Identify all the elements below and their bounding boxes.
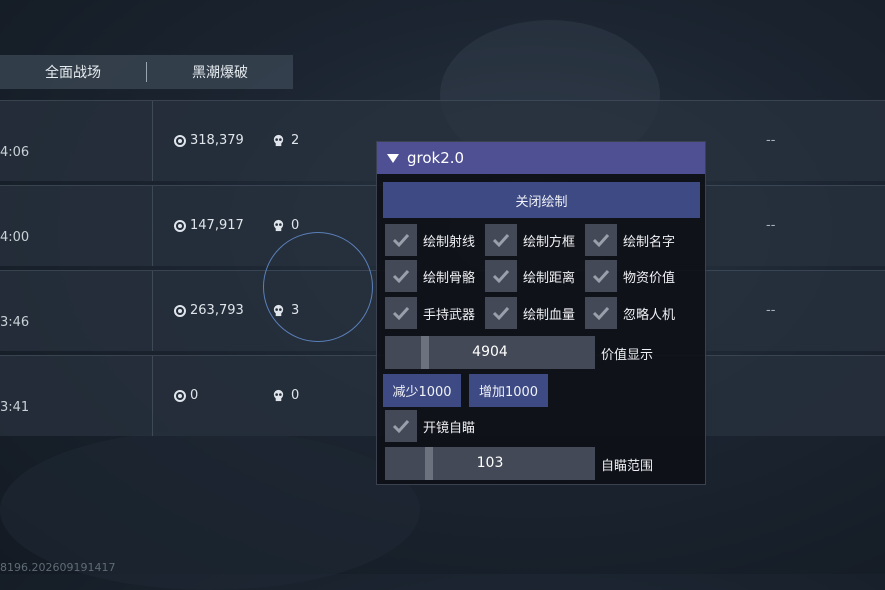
column-divider [152,356,153,436]
checkbox[interactable] [385,260,417,292]
kill-count: 0 [272,218,299,233]
draw-option-checkbox[interactable]: 绘制距离 [485,260,575,292]
checkbox[interactable] [585,297,617,329]
draw-option-checkbox[interactable]: 绘制骨骼 [385,260,475,292]
extra-value: -- [766,218,776,233]
checkbox-label: 绘制距离 [523,270,576,286]
checkbox-label: 物资价值 [623,270,676,286]
check-icon [392,269,410,284]
skull-icon [273,389,284,402]
collapse-triangle-icon[interactable] [387,153,399,163]
check-icon [492,269,510,284]
column-divider [152,101,153,181]
checkbox[interactable] [485,260,517,292]
draw-option-checkbox[interactable]: 绘制名字 [585,224,675,256]
checkbox-label: 绘制方框 [523,234,576,250]
coin-icon [174,304,186,317]
aim-range-slider[interactable]: 103 [385,447,595,480]
decrease-button[interactable]: 减少1000 [383,374,461,407]
coin-icon [174,219,186,232]
extra-value: -- [766,303,776,318]
coin-value: 147,917 [174,218,244,233]
column-divider [152,186,153,266]
checkbox[interactable] [585,224,617,256]
checkbox-label: 手持武器 [423,307,476,323]
draw-option-checkbox[interactable]: 物资价值 [585,260,675,292]
kill-count: 0 [272,388,299,403]
check-icon [592,233,610,248]
draw-option-checkbox[interactable]: 手持武器 [385,297,475,329]
aim-fov-circle [263,232,373,342]
check-icon [592,269,610,284]
coin-icon [174,134,186,147]
coin-value: 318,379 [174,133,244,148]
check-icon [392,419,410,434]
coin-amount: 318,379 [190,133,244,148]
coin-amount: 0 [190,388,199,403]
build-watermark: 8196.202609191417 [0,561,116,574]
check-icon [392,233,410,248]
aim-toggle-label: 开镜自瞄 [423,420,476,436]
match-time: 4:00 [0,230,30,245]
kill-number: 2 [291,133,300,148]
checkbox-label: 忽略人机 [623,307,676,323]
coin-value: 0 [174,388,198,403]
coin-amount: 147,917 [190,218,244,233]
coin-amount: 263,793 [190,303,244,318]
skull-icon [273,134,284,147]
slider-value: 4904 [472,344,508,360]
mode-tabs: 全面战场 黑潮爆破 [0,55,293,89]
value-slider[interactable]: 4904 [385,336,595,369]
column-divider [152,271,153,351]
skull-icon [273,219,284,232]
draw-option-checkbox[interactable]: 绘制血量 [485,297,575,329]
check-icon [592,306,610,321]
menu-title-bar[interactable]: grok2.0 [377,142,705,174]
checkbox[interactable] [585,260,617,292]
checkbox[interactable] [385,224,417,256]
menu-title: grok2.0 [407,149,465,167]
check-icon [392,306,410,321]
aim-toggle[interactable]: 开镜自瞄 [385,410,475,442]
checkbox[interactable] [485,297,517,329]
match-time: 3:46 [0,315,30,330]
checkbox-label: 绘制血量 [523,307,576,323]
value-slider-label: 价值显示 [601,348,654,363]
checkbox-label: 绘制射线 [423,234,476,250]
check-icon [492,306,510,321]
kill-count: 2 [272,133,299,148]
tab-full-battlefield[interactable]: 全面战场 [0,62,146,82]
checkbox[interactable] [485,224,517,256]
draw-option-checkbox[interactable]: 绘制射线 [385,224,475,256]
kill-number: 0 [291,388,300,403]
draw-option-checkbox[interactable]: 绘制方框 [485,224,575,256]
slider-value: 103 [476,455,504,471]
aim-range-label: 自瞄范围 [601,459,654,474]
match-time: 4:06 [0,145,30,160]
coin-icon [174,389,186,402]
kill-number: 0 [291,218,300,233]
check-icon [492,233,510,248]
tab-black-tide[interactable]: 黑潮爆破 [147,62,293,82]
close-draw-button[interactable]: 关闭绘制 [383,182,700,218]
checkbox[interactable] [385,297,417,329]
draw-option-checkbox[interactable]: 忽略人机 [585,297,675,329]
extra-value: -- [766,133,776,148]
checkbox-label: 绘制名字 [623,234,676,250]
increase-button[interactable]: 增加1000 [469,374,548,407]
match-time: 3:41 [0,400,30,415]
checkbox[interactable] [385,410,417,442]
coin-value: 263,793 [174,303,244,318]
checkbox-label: 绘制骨骼 [423,270,476,286]
overlay-menu: grok2.0 关闭绘制 绘制射线 绘制方框 绘制名字绘制骨骼 绘制距离 物资价值手持武… [376,141,706,485]
